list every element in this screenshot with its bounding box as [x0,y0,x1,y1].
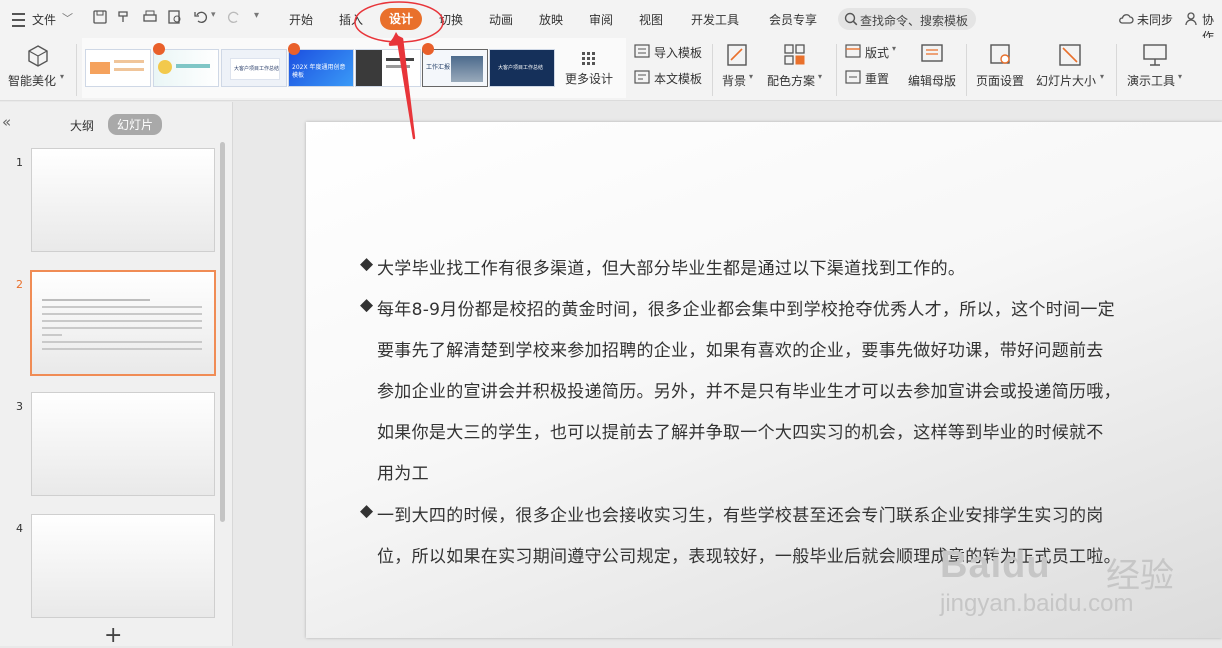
annotation-arrow [388,34,416,140]
annotation-overlay [354,1,444,140]
annotation-circle [354,1,444,43]
